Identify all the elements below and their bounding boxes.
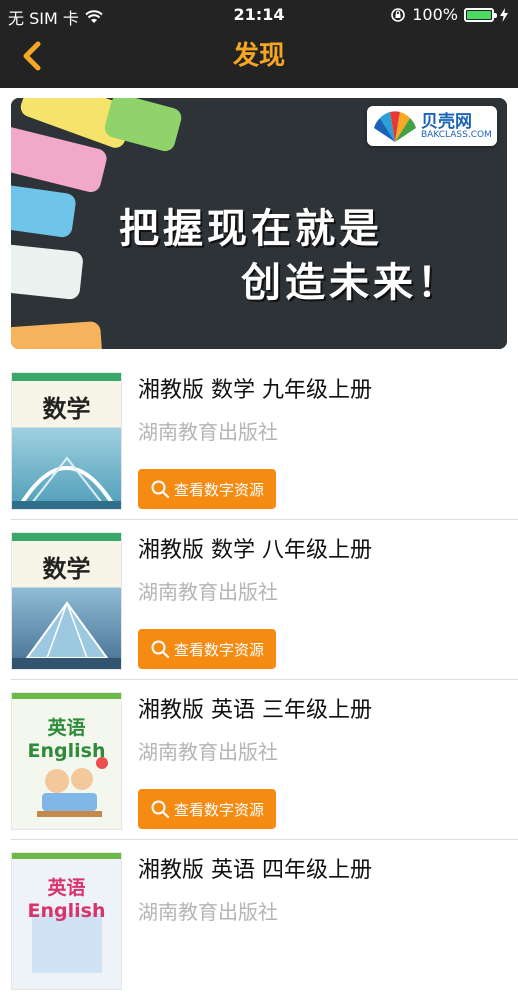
book-title: 湘教版 英语 四年级上册: [138, 858, 372, 883]
book-publisher: 湖南教育出版社: [138, 580, 278, 604]
list-item[interactable]: 数学 湘教版 数学 八年级上册 湖南教育出版社 查看数字资源: [0, 520, 518, 680]
banner-slogan-line1: 把握现在就是: [119, 206, 383, 252]
list-item[interactable]: 数学 湘教版 数学 九年级上册 湖南教育出版社 查看数字资源: [0, 360, 518, 520]
status-bar: 无 SIM 卡 21:14 100%: [0, 0, 518, 30]
status-right: 100%: [390, 5, 508, 24]
book-publisher: 湖南教育出版社: [138, 900, 278, 924]
button-label: 查看数字资源: [173, 800, 264, 819]
battery-icon: [464, 7, 497, 22]
view-digital-resources-button[interactable]: 查看数字资源: [138, 629, 276, 669]
list-item[interactable]: 英语English 湘教版 英语 三年级上册 湖南教育出版社 查看数字资源: [0, 680, 518, 840]
search-icon: [151, 800, 170, 819]
view-digital-resources-button[interactable]: 查看数字资源: [138, 789, 276, 829]
charging-icon: [500, 7, 508, 22]
bakclass-logo: 贝壳网 BAKCLASS.COM: [367, 106, 497, 146]
logo-brand-text: 贝壳网: [421, 112, 472, 132]
button-label: 查看数字资源: [173, 640, 264, 659]
book-publisher: 湖南教育出版社: [138, 740, 278, 764]
book-title: 湘教版 数学 九年级上册: [138, 378, 372, 403]
battery-fill: [467, 10, 491, 19]
cover-title: 英语English: [27, 877, 106, 922]
book-cover: 数学: [11, 372, 122, 510]
cover-title: 英语English: [27, 717, 106, 762]
view-digital-resources-button[interactable]: 查看数字资源: [138, 469, 276, 509]
search-icon: [151, 640, 170, 659]
cover-title: 数学: [42, 555, 91, 583]
list-item[interactable]: 英语English 湘教版 英语 四年级上册 湖南教育出版社: [0, 840, 518, 1000]
logo-domain-text: BAKCLASS.COM: [421, 130, 492, 140]
promo-banner[interactable]: 把握现在就是 创造未来！ 贝壳网 BAKCLASS.COM: [11, 98, 507, 349]
shell-logo-icon: [374, 111, 416, 142]
book-publisher: 湖南教育出版社: [138, 420, 278, 444]
book-title: 湘教版 英语 三年级上册: [138, 698, 372, 723]
book-cover: 英语English: [11, 852, 122, 990]
battery-percent: 100%: [412, 5, 458, 24]
cover-title: 数学: [42, 395, 91, 423]
book-title: 湘教版 数学 八年级上册: [138, 538, 372, 563]
page-title: 发现: [232, 41, 285, 71]
banner-slogan-line2: 创造未来！: [241, 260, 461, 306]
book-cover: 英语English: [11, 692, 122, 830]
rotation-lock-icon: [391, 7, 406, 22]
search-icon: [151, 480, 170, 499]
book-cover: 数学: [11, 532, 122, 670]
button-label: 查看数字资源: [173, 480, 264, 499]
navigation-bar: 无 SIM 卡 21:14 100% 发现: [0, 0, 518, 88]
